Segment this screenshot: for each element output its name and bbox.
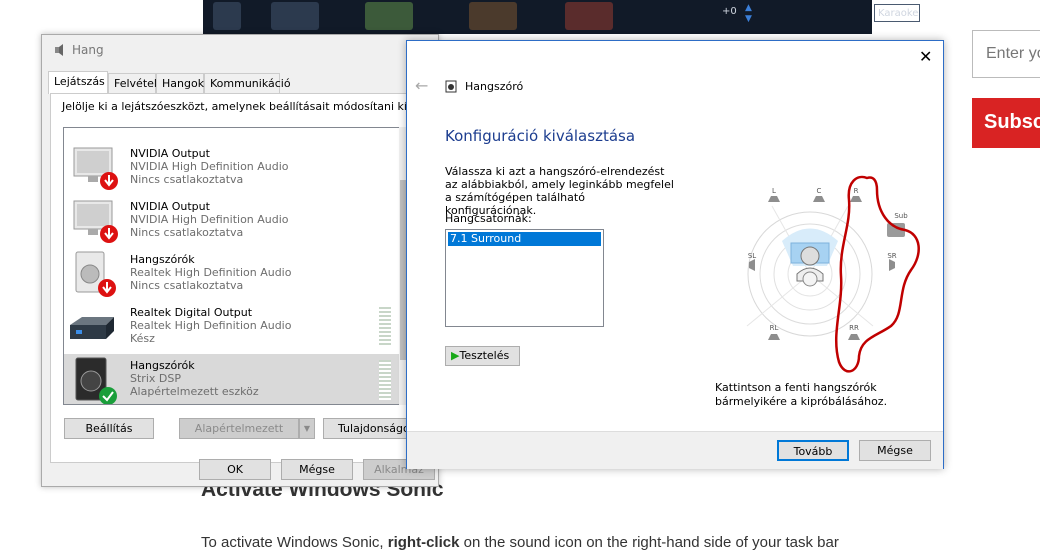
cancel-button[interactable]: Mégse [281,459,353,480]
device-driver: NVIDIA High Definition Audio [130,160,289,173]
monitor-icon [73,147,118,190]
channel-option-selected[interactable]: 7.1 Surround [448,232,601,246]
level-meter [379,360,391,400]
back-arrow-icon[interactable]: ← [415,76,428,95]
speaker-label-sl: SL [748,252,756,260]
speaker-setup-dialog: ✕ ← Hangszóró Konfiguráció kiválasztása … [406,40,944,469]
speaker-label-r: R [854,187,859,195]
sound-dialog: Hang Lejátszás Felvétel Hangok Kommuniká… [41,34,441,487]
device-name: Realtek Digital Output [130,306,253,319]
list-item[interactable] [64,128,408,132]
device-name: Hangszórók [130,253,195,266]
properties-button[interactable]: Tulajdonságok [323,418,411,439]
channels-label: Hangcsatornák: [445,212,532,225]
level-meter [379,307,391,347]
display-icon[interactable] [213,2,241,30]
play-icon: ▶ [451,349,460,362]
device-item-nvidia-1[interactable]: NVIDIA Output NVIDIA High Definition Aud… [64,142,408,195]
tab-playback[interactable]: Lejátszás [48,71,108,94]
speaker-label-c: C [817,187,822,195]
speaker-label-rl: RL [770,324,779,332]
description-text: Válassza ki azt a hangszóró-elrendezést … [445,165,674,217]
hint-text: Kattintson a fenti hangszórók bármelyiké… [715,381,888,408]
device-status: Kész [130,332,155,345]
device-status: Nincs csatlakoztatva [130,279,244,292]
speaker-label-l: L [772,187,776,195]
digital-output-icon [70,317,114,339]
set-default-button[interactable]: Alapértelmezett [179,418,299,439]
stage-icon[interactable] [365,2,413,30]
speaker-layout-diagram[interactable]: L C R Sub SL SR RL RR [727,166,927,376]
dialog-title: Hangszóró [465,80,524,93]
karaoke-value: +0 [722,6,737,17]
device-driver: NVIDIA High Definition Audio [130,213,289,226]
device-status: Nincs csatlakoztatva [130,226,244,239]
next-button[interactable]: Tovább [777,440,849,461]
device-name: NVIDIA Output [130,147,210,160]
subscribe-button[interactable]: Subsc [972,98,1040,148]
red-annotation [835,175,920,373]
speaker-label-sr: SR [887,252,896,260]
karaoke-stepper[interactable]: ▲ ▼ [745,3,752,25]
device-item-speakers-strix[interactable]: Hangszórók Strix DSP Alapértelmezett esz… [64,354,408,404]
keyboard-icon[interactable] [271,2,319,30]
configure-button[interactable]: Beállítás [64,418,154,439]
speaker-device-icon [75,251,116,297]
device-list[interactable]: NVIDIA Output NVIDIA High Definition Aud… [63,127,409,405]
dialog-title: Hang [72,43,104,57]
chevron-down-icon[interactable]: ▼ [299,418,315,439]
channels-listbox[interactable]: 7.1 Surround [445,229,604,327]
media-toolbar: Karaoke +0 ▲ ▼ [203,0,920,34]
device-status: Nincs csatlakoztatva [130,173,244,186]
instruction-text: Jelölje ki a lejátszóeszközt, amelynek b… [62,100,441,113]
ok-button[interactable]: OK [199,459,271,480]
device-item-speakers-realtek[interactable]: Hangszórók Realtek High Definition Audio… [64,248,408,301]
device-driver: Realtek High Definition Audio [130,319,292,332]
device-driver: Strix DSP [130,372,181,385]
karaoke-select[interactable]: Karaoke [874,4,920,22]
room-icon[interactable] [469,2,517,30]
article-paragraph: To activate Windows Sonic, right-click o… [201,534,839,551]
dialog-footer: Tovább Mégse [407,431,943,469]
speaker-label-rr: RR [849,324,859,332]
test-button[interactable]: ▶Tesztelés [445,346,520,366]
close-icon[interactable]: ✕ [919,47,932,66]
tab-recording[interactable]: Felvétel [108,73,157,93]
speaker-icon [55,44,63,56]
tab-communication[interactable]: Kommunikáció [204,73,291,93]
device-name: NVIDIA Output [130,200,210,213]
device-item-nvidia-2[interactable]: NVIDIA Output NVIDIA High Definition Aud… [64,195,408,248]
speaker-icon [445,80,457,93]
device-status: Alapértelmezett eszköz [130,385,259,398]
monitor-icon [73,200,118,243]
device-name: Hangszórók [130,359,195,372]
tab-sounds[interactable]: Hangok [156,73,204,93]
device-item-digital-output[interactable]: Realtek Digital Output Realtek High Defi… [64,301,408,354]
guitar-icon[interactable] [565,2,613,30]
email-input[interactable]: Enter yo [972,30,1040,78]
device-driver: Realtek High Definition Audio [130,266,292,279]
speaker-label-sub: Sub [894,212,908,220]
cancel-button[interactable]: Mégse [859,440,931,461]
speaker-device-icon [75,357,117,404]
page-heading: Konfiguráció kiválasztása [445,127,636,145]
